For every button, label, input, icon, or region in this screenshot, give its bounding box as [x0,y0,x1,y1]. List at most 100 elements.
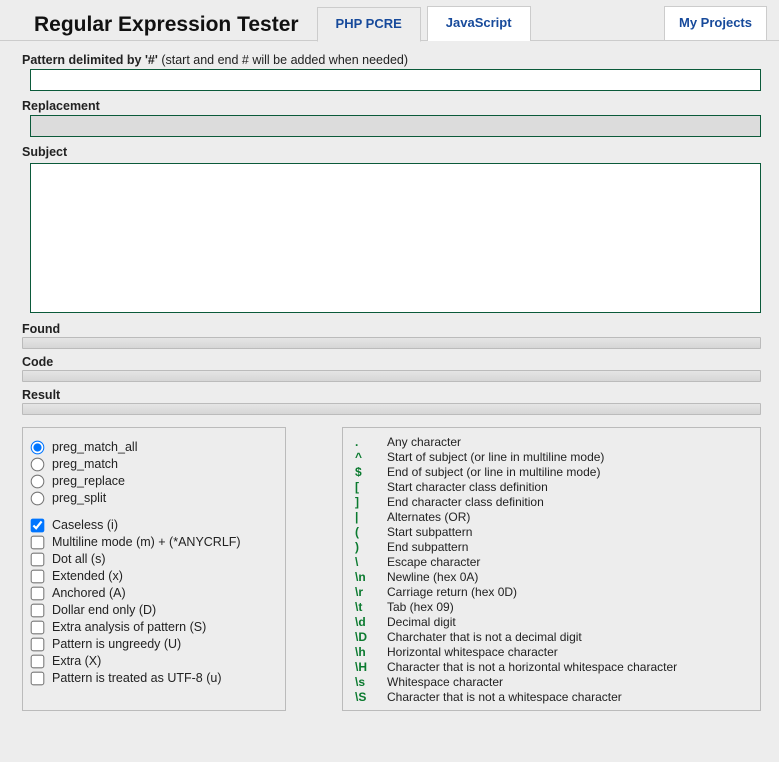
reference-description: Escape character [387,555,480,569]
flag-checkbox-label: Multiline mode (m) + (*ANYCRLF) [52,535,241,549]
found-bar [22,337,761,349]
flag-checkbox-input[interactable] [31,536,45,550]
flag-checkbox-label: Dot all (s) [52,552,105,566]
flag-checkbox-label: Pattern is ungreedy (U) [52,637,181,651]
reference-row: \HCharacter that is not a horizontal whi… [351,659,752,674]
reference-description: Charchater that is not a decimal digit [387,630,582,644]
reference-description: Start character class definition [387,480,548,494]
flag-checkbox-input[interactable] [31,587,45,601]
reference-symbol: \d [351,615,387,629]
reference-row: \DCharchater that is not a decimal digit [351,629,752,644]
reference-symbol: ] [351,495,387,509]
my-projects-button[interactable]: My Projects [664,6,767,41]
reference-description: Horizontal whitespace character [387,645,558,659]
reference-symbol: . [351,435,387,449]
flag-checkbox[interactable]: Extended (x) [31,567,277,584]
flag-checkbox-input[interactable] [31,553,45,567]
func-radio-input[interactable] [31,441,45,455]
reference-row: \sWhitespace character [351,674,752,689]
reference-symbol: \H [351,660,387,674]
func-radio-label: preg_match [52,457,118,471]
reference-description: Start subpattern [387,525,472,539]
func-radio-label: preg_match_all [52,440,137,454]
flag-checkbox[interactable]: Caseless (i) [31,516,277,533]
page-title: Regular Expression Tester [0,13,299,41]
flag-checkbox-label: Dollar end only (D) [52,603,156,617]
pattern-label: Pattern delimited by '#' (start and end … [22,45,761,69]
reference-description: End subpattern [387,540,468,554]
flag-checkbox-label: Pattern is treated as UTF-8 (u) [52,671,222,685]
reference-symbol: $ [351,465,387,479]
subject-label: Subject [22,137,761,161]
reference-symbol: ) [351,540,387,554]
func-radio-label: preg_replace [52,474,125,488]
flag-checkbox[interactable]: Extra (X) [31,652,277,669]
tab-php-pcre[interactable]: PHP PCRE [317,7,421,42]
found-label: Found [22,316,761,336]
subject-input[interactable] [30,163,761,313]
reference-description: Whitespace character [387,675,503,689]
reference-panel: .Any character^Start of subject (or line… [342,427,761,711]
reference-description: Character that is not a whitespace chara… [387,690,622,704]
flag-checkbox[interactable]: Anchored (A) [31,584,277,601]
reference-symbol: \s [351,675,387,689]
tab-javascript[interactable]: JavaScript [427,6,531,41]
func-radio-label: preg_split [52,491,106,505]
func-radio-preg-replace[interactable]: preg_replace [31,472,277,489]
reference-description: Newline (hex 0A) [387,570,478,584]
result-bar [22,403,761,415]
flag-checkbox-label: Extra analysis of pattern (S) [52,620,206,634]
flag-checkbox-input[interactable] [31,570,45,584]
code-label: Code [22,349,761,369]
flag-checkbox[interactable]: Multiline mode (m) + (*ANYCRLF) [31,533,277,550]
flag-checkbox[interactable]: Pattern is ungreedy (U) [31,635,277,652]
reference-description: End of subject (or line in multiline mod… [387,465,600,479]
reference-row: .Any character [351,434,752,449]
reference-row: \SCharacter that is not a whitespace cha… [351,689,752,704]
reference-symbol: \n [351,570,387,584]
func-radio-input[interactable] [31,458,45,472]
replacement-input[interactable] [30,115,761,137]
flag-checkbox[interactable]: Pattern is treated as UTF-8 (u) [31,669,277,686]
reference-row: ^Start of subject (or line in multiline … [351,449,752,464]
flag-checkbox[interactable]: Dollar end only (D) [31,601,277,618]
flag-checkbox-label: Extra (X) [52,654,101,668]
flag-checkbox[interactable]: Dot all (s) [31,550,277,567]
code-bar [22,370,761,382]
func-radio-preg-split[interactable]: preg_split [31,489,277,506]
reference-row: \hHorizontal whitespace character [351,644,752,659]
flag-checkbox-input[interactable] [31,672,45,686]
flag-checkbox-input[interactable] [31,638,45,652]
reference-row: ]End character class definition [351,494,752,509]
flag-checkbox-input[interactable] [31,604,45,618]
reference-symbol: \ [351,555,387,569]
main-form: Pattern delimited by '#' (start and end … [0,41,779,415]
reference-description: Carriage return (hex 0D) [387,585,517,599]
pattern-input[interactable] [30,69,761,91]
reference-row: \Escape character [351,554,752,569]
reference-symbol: \D [351,630,387,644]
flag-checkbox-label: Extended (x) [52,569,123,583]
reference-description: Start of subject (or line in multiline m… [387,450,604,464]
reference-row: |Alternates (OR) [351,509,752,524]
flag-checkbox-input[interactable] [31,519,45,533]
reference-symbol: \r [351,585,387,599]
reference-symbol: \h [351,645,387,659]
reference-symbol: \S [351,690,387,704]
func-radio-input[interactable] [31,475,45,489]
flag-checkbox-input[interactable] [31,621,45,635]
reference-symbol: ^ [351,450,387,464]
reference-symbol: \t [351,600,387,614]
func-radio-preg-match-all[interactable]: preg_match_all [31,438,277,455]
func-radio-input[interactable] [31,492,45,506]
func-radio-preg-match[interactable]: preg_match [31,455,277,472]
reference-symbol: | [351,510,387,524]
reference-row: \tTab (hex 09) [351,599,752,614]
reference-row: \rCarriage return (hex 0D) [351,584,752,599]
flag-checkbox-input[interactable] [31,655,45,669]
reference-row: [Start character class definition [351,479,752,494]
reference-row: \dDecimal digit [351,614,752,629]
reference-description: Decimal digit [387,615,456,629]
flag-checkbox[interactable]: Extra analysis of pattern (S) [31,618,277,635]
reference-description: Alternates (OR) [387,510,470,524]
